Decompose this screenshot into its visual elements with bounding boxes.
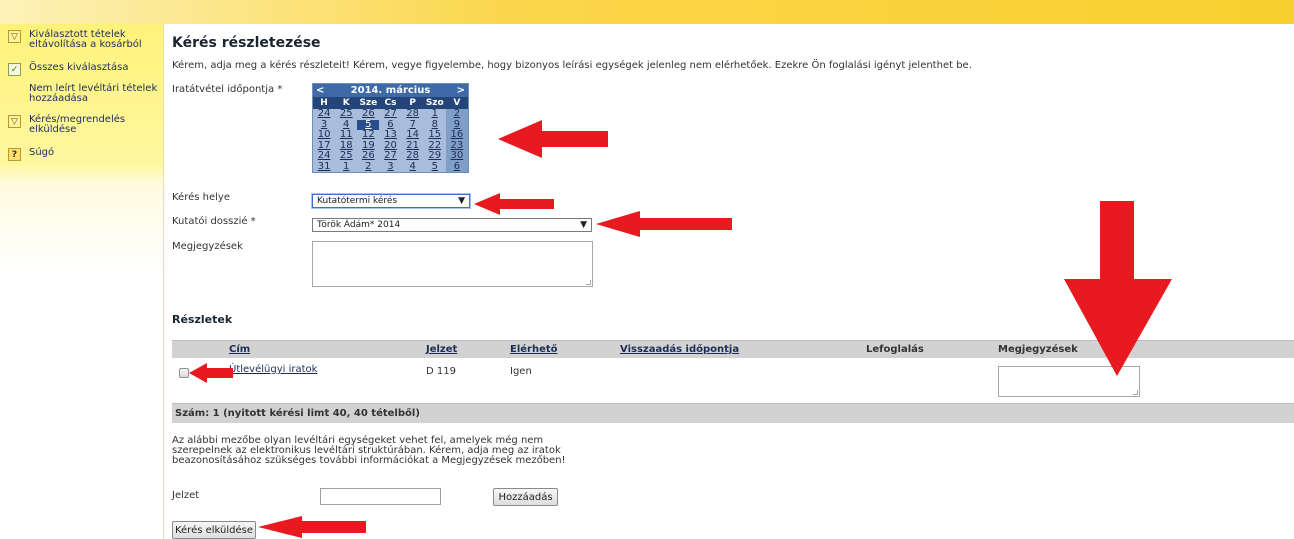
- calendar-grid: 24 25 26 27 28 1 2 3 4 5 6 7 8 9 10 11 12 13 14 15 16 17 18 19 2…: [313, 108, 468, 172]
- calendar-day[interactable]: 27: [379, 108, 402, 120]
- calendar-month: 2014. március: [350, 85, 431, 96]
- help-icon: ?: [8, 148, 21, 161]
- details-title: Részletek: [172, 313, 233, 326]
- calendar-day[interactable]: 16: [445, 129, 468, 141]
- sidebar: ▽ Kiválasztott tételek eltávolítása a ko…: [0, 24, 164, 539]
- calendar-day[interactable]: 11: [335, 129, 358, 141]
- calendar-day[interactable]: 2: [357, 161, 380, 172]
- weekday: H: [320, 98, 328, 108]
- basket-icon: ▽: [8, 115, 21, 128]
- calendar-day[interactable]: 14: [401, 129, 424, 141]
- column-header-lefoglalas: Lefoglalás: [866, 344, 924, 355]
- left-arrow-icon: [498, 120, 608, 158]
- notes-label: Megjegyzések: [172, 241, 243, 252]
- sidebar-item-label: Kiválasztott tételek eltávolítása a kosá…: [29, 29, 142, 50]
- calendar-day[interactable]: 26: [357, 150, 380, 162]
- add-description: Az alábbi mezőbe olyan levéltári egysége…: [172, 435, 566, 466]
- calendar-day[interactable]: 25: [335, 150, 358, 162]
- jelzet-label: Jelzet: [172, 490, 200, 501]
- calendar-day[interactable]: 15: [423, 129, 446, 141]
- calendar-header: < 2014. március >: [313, 84, 468, 97]
- calendar: < 2014. március > H K Sze Cs P Szo V 24 2…: [312, 83, 469, 173]
- calendar-day[interactable]: 5: [423, 161, 446, 172]
- weekday: Szo: [425, 98, 444, 108]
- column-header-cim[interactable]: Cím: [229, 344, 250, 355]
- location-select[interactable]: Kutatótermi kérés ▼: [312, 194, 470, 208]
- left-arrow-icon: [189, 363, 233, 383]
- sidebar-item-label: Súgó: [29, 147, 55, 158]
- left-arrow-icon: [596, 211, 732, 237]
- row-checkbox[interactable]: [179, 368, 189, 378]
- calendar-day[interactable]: 30: [445, 150, 468, 162]
- dossier-select[interactable]: Török Ádám* 2014 ▼: [312, 218, 592, 232]
- location-select-value: Kutatótermi kérés: [317, 196, 398, 206]
- top-banner: [0, 0, 1294, 24]
- sidebar-item-remove-selected[interactable]: ▽ Kiválasztott tételek eltávolítása a ko…: [8, 30, 159, 50]
- column-header-jelzet[interactable]: Jelzet: [426, 344, 457, 355]
- basket-icon: ▽: [8, 30, 21, 43]
- sidebar-item-label: Nem leírt levéltári tételek hozzáadása: [29, 83, 158, 104]
- calendar-day[interactable]: 31: [313, 161, 336, 172]
- calendar-day[interactable]: 1: [335, 161, 358, 172]
- calendar-day[interactable]: 6: [445, 161, 468, 172]
- add-button[interactable]: Hozzáadás: [493, 488, 558, 506]
- calendar-day[interactable]: 2: [445, 108, 468, 120]
- down-arrow-icon: [1064, 201, 1172, 376]
- column-header-visszaadas[interactable]: Visszaadás időpontja: [620, 344, 739, 355]
- sidebar-item-label: Összes kiválasztása: [29, 62, 129, 73]
- calendar-day[interactable]: 26: [357, 108, 380, 120]
- calendar-day[interactable]: 25: [335, 108, 358, 120]
- row-title-link[interactable]: Útlevélügyi iratok: [229, 364, 317, 375]
- calendar-day[interactable]: 24: [313, 150, 336, 162]
- left-arrow-icon: [474, 193, 554, 215]
- dossier-label: Kutatói dosszié *: [172, 216, 256, 227]
- sidebar-item-help[interactable]: ? Súgó: [8, 148, 54, 161]
- sidebar-item-label: Kérés/megrendelés elküldése: [29, 114, 126, 135]
- calendar-day[interactable]: 1: [423, 108, 446, 120]
- checkbox-icon: ✓: [8, 63, 21, 76]
- left-arrow-icon: [258, 516, 366, 538]
- calendar-prev-button[interactable]: <: [316, 85, 324, 96]
- table-footer: Szám: 1 (nyitott kérési limt 40, 40 téte…: [172, 403, 1294, 423]
- page-intro: Kérem, adja meg a kérés részleteit! Kére…: [172, 60, 972, 71]
- dropdown-arrow-icon: ▼: [458, 196, 465, 206]
- sidebar-item-select-all[interactable]: ✓ Összes kiválasztása: [8, 63, 128, 76]
- calendar-day[interactable]: 29: [423, 150, 446, 162]
- table-footer-count: Szám: 1 (nyitott kérési limt 40, 40 téte…: [175, 408, 420, 419]
- calendar-day[interactable]: 12: [357, 129, 380, 141]
- sidebar-item-add-undescribed[interactable]: Nem leírt levéltári tételek hozzáadása: [8, 84, 161, 104]
- jelzet-input[interactable]: [320, 488, 441, 505]
- weekday: K: [342, 98, 350, 108]
- submit-request-button[interactable]: Kérés elküldése: [172, 521, 256, 539]
- weekday: V: [453, 98, 461, 108]
- notes-textarea[interactable]: [312, 241, 593, 287]
- dropdown-arrow-icon: ▼: [580, 220, 587, 230]
- calendar-day[interactable]: 28: [401, 150, 424, 162]
- calendar-day[interactable]: 4: [401, 161, 424, 172]
- page-title: Kérés részletezése: [172, 35, 321, 51]
- sidebar-item-send-request[interactable]: ▽ Kérés/megrendelés elküldése: [8, 115, 129, 135]
- calendar-day[interactable]: 13: [379, 129, 402, 141]
- dossier-select-value: Török Ádám* 2014: [317, 220, 401, 230]
- calendar-day[interactable]: 3: [379, 161, 402, 172]
- calendar-day[interactable]: 27: [379, 150, 402, 162]
- date-label: Iratátvétel időpontja *: [172, 84, 283, 95]
- column-header-elerheto[interactable]: Elérhető: [510, 344, 558, 355]
- row-elerheto: Igen: [510, 366, 532, 377]
- location-label: Kérés helye: [172, 192, 230, 203]
- calendar-day[interactable]: 28: [401, 108, 424, 120]
- weekday: Sze: [359, 98, 378, 108]
- calendar-day[interactable]: 24: [313, 108, 336, 120]
- calendar-day[interactable]: 10: [313, 129, 336, 141]
- row-jelzet: D 119: [426, 366, 456, 377]
- weekday: Cs: [384, 98, 397, 108]
- blank-icon: [8, 84, 21, 97]
- weekday: P: [409, 98, 416, 108]
- calendar-next-button[interactable]: >: [457, 85, 465, 96]
